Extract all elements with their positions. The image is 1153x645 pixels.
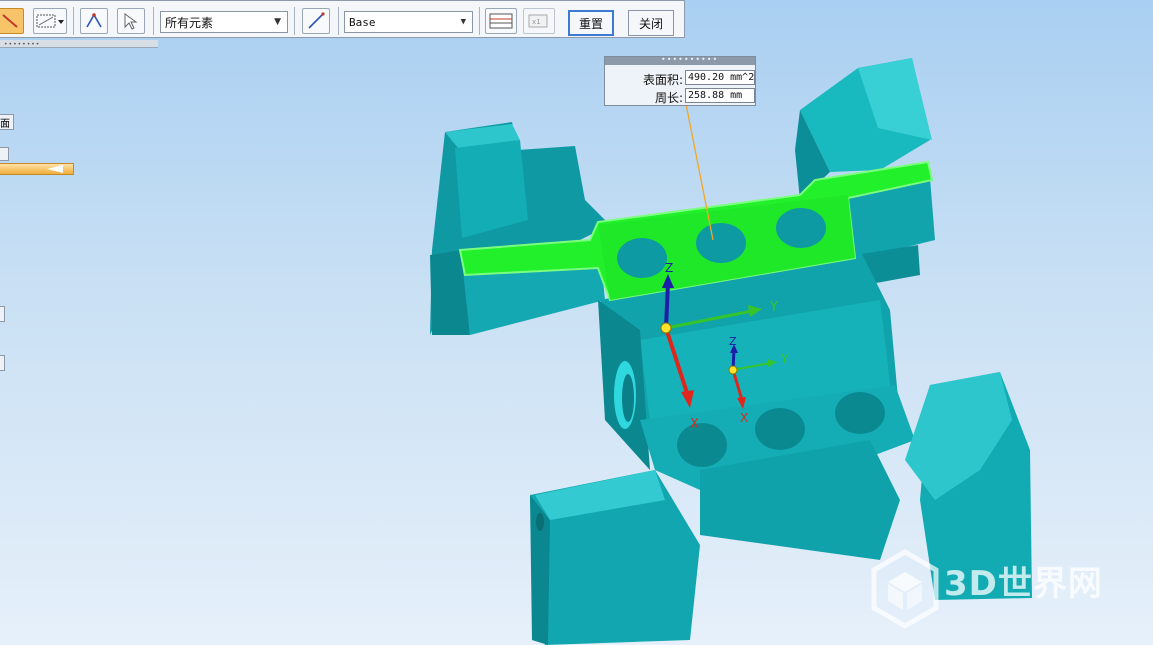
- lower-hole-3: [835, 392, 885, 434]
- watermark: 3D世界网: [870, 548, 1140, 638]
- left-leg-hole: [536, 513, 544, 531]
- close-button[interactable]: 关闭: [628, 10, 674, 36]
- area-label: 表面积:: [642, 73, 683, 87]
- table-icon: [489, 13, 513, 29]
- triad-origin: [660, 322, 672, 334]
- y-label-2: Y: [780, 352, 789, 366]
- chevron-down-icon: ▼: [460, 17, 466, 27]
- triad-origin-2: [728, 365, 738, 375]
- measure-toolbar: 所有元素 ▼ Base ▼ x1 重置 关闭: [0, 0, 685, 38]
- watermark-text: 3D世界网: [944, 564, 1103, 604]
- lower-hole-2: [755, 408, 805, 450]
- lower-hole-1: [677, 423, 727, 467]
- perimeter-label: 周长:: [654, 91, 683, 105]
- filter-select[interactable]: 所有元素 ▼: [160, 11, 288, 33]
- chevron-down-icon: ▼: [274, 17, 281, 27]
- z-axis: [664, 281, 670, 329]
- measure-result-popup[interactable]: •••••••••• 表面积: 490.20 mm^2 周长: 258.88 m…: [604, 55, 756, 106]
- angle-measure-icon: [86, 13, 102, 28]
- left-panel-control-1[interactable]: [0, 306, 5, 322]
- line-tool-icon: [308, 12, 325, 29]
- top-hole-2: [696, 223, 746, 263]
- svg-text:x1: x1: [532, 18, 540, 26]
- left-panel-checkbox[interactable]: [0, 147, 9, 161]
- left-panel-tab[interactable]: 面: [0, 114, 14, 130]
- z-label: Z: [665, 261, 673, 275]
- layer-select[interactable]: Base ▼: [344, 11, 473, 33]
- area-row: 表面积: 490.20 mm^2: [605, 70, 755, 87]
- x-label-2: X: [740, 411, 748, 425]
- table-button[interactable]: [485, 8, 517, 34]
- grid-dropdown-icon: [36, 14, 64, 28]
- line-tool-button[interactable]: [302, 8, 330, 34]
- line-measure-button[interactable]: [0, 8, 24, 34]
- perimeter-row: 周长: 258.88 mm: [605, 88, 755, 105]
- perimeter-value: 258.88 mm: [685, 88, 755, 103]
- z-label-2: Z: [729, 335, 737, 348]
- left-panel-tab-label: 面: [0, 119, 10, 130]
- left-panel-control-2[interactable]: [0, 355, 5, 371]
- watermark-cube-icon: [871, 549, 939, 629]
- x-label: X: [690, 417, 699, 432]
- copy-values-icon: x1: [528, 14, 548, 28]
- top-hole-1: [617, 238, 667, 278]
- slider-thumb[interactable]: [47, 165, 63, 173]
- select-button[interactable]: [117, 8, 145, 34]
- line-measure-icon: [2, 14, 18, 28]
- opacity-slider[interactable]: [0, 163, 74, 175]
- popup-drag-handle[interactable]: ••••••••••: [605, 55, 755, 65]
- area-value: 490.20 mm^2: [685, 70, 755, 85]
- angle-measure-button[interactable]: [80, 8, 108, 34]
- copy-values-button[interactable]: x1: [523, 8, 555, 34]
- left-panel-grip[interactable]: ••••••••: [0, 40, 158, 48]
- select-icon: [124, 13, 138, 30]
- y-label: Y: [769, 300, 778, 315]
- top-hole-3: [776, 208, 826, 248]
- side-bore-inner: [622, 374, 634, 422]
- filter-select-value: 所有元素: [165, 15, 214, 30]
- reset-button[interactable]: 重置: [568, 10, 614, 36]
- layer-select-value: Base: [349, 15, 376, 29]
- grid-dropdown-button[interactable]: [33, 8, 67, 34]
